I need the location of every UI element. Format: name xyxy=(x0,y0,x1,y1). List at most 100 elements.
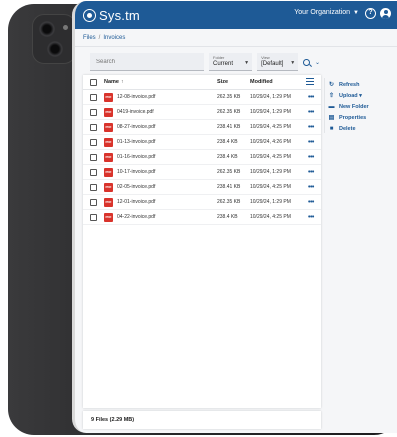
file-name-cell[interactable]: PDF 04-22-invoice.pdf xyxy=(104,212,217,222)
row-checkbox[interactable] xyxy=(90,123,97,131)
file-name: 02-05-invoice.pdf xyxy=(117,184,156,190)
file-name-cell[interactable]: PDF 01-16-invoice.pdf xyxy=(104,152,217,162)
table-row[interactable]: PDF 12-08-invoice.pdf 262.35 KB 10/29/24, 1… xyxy=(83,90,321,105)
row-checkbox[interactable] xyxy=(90,183,97,191)
more-actions-icon[interactable]: ••• xyxy=(308,124,320,131)
file-name-cell[interactable]: PDF 02-05-invoice.pdf xyxy=(104,182,217,192)
column-size-header[interactable]: Size xyxy=(217,79,250,85)
file-modified: 10/29/24, 1:29 PM xyxy=(250,109,291,115)
more-actions-icon[interactable]: ••• xyxy=(308,184,320,191)
more-actions-icon[interactable]: ••• xyxy=(308,199,320,206)
table-row[interactable]: PDF 10-17-invoice.pdf 262.35 KB 10/29/24, 1… xyxy=(83,165,321,180)
row-checkbox[interactable] xyxy=(90,108,97,116)
row-checkbox[interactable] xyxy=(90,213,97,221)
row-checkbox[interactable] xyxy=(90,153,97,161)
action-label: Delete xyxy=(339,125,356,132)
file-modified: 10/29/24, 4:25 PM xyxy=(250,184,291,190)
search-icon[interactable] xyxy=(303,58,310,66)
table-row[interactable]: PDF 02-05-invoice.pdf 238.41 KB 10/29/24, 4… xyxy=(83,180,321,195)
flash-icon xyxy=(63,25,68,30)
more-actions-icon[interactable]: ••• xyxy=(308,214,320,221)
file-name-cell[interactable]: PDF 0419-invoice.pdf xyxy=(104,107,217,117)
camera-lens-icon xyxy=(47,41,63,57)
action-properties[interactable]: ▤ Properties xyxy=(328,112,397,123)
file-list-panel: Name ↑ Size Modified PDF 12-08-invoice.pdf… xyxy=(83,75,321,408)
action-upload[interactable]: ⇧ Upload ▾ xyxy=(328,90,397,101)
help-icon[interactable]: ? xyxy=(365,8,376,19)
sort-ascending-icon: ↑ xyxy=(120,79,124,85)
column-name-label: Name xyxy=(104,79,119,85)
file-name-cell[interactable]: PDF 12-01-invoice.pdf xyxy=(104,197,217,207)
file-size: 262.35 KB xyxy=(217,109,241,115)
file-size: 238.4 KB xyxy=(217,214,238,220)
table-row[interactable]: PDF 04-22-invoice.pdf 238.4 KB 10/29/24, 4:… xyxy=(83,210,321,225)
caret-down-icon: ▼ xyxy=(290,60,296,66)
view-select-value: [Default] xyxy=(261,61,284,67)
file-size: 262.35 KB xyxy=(217,94,241,100)
organization-label: Your Organization xyxy=(294,9,351,16)
file-name-cell[interactable]: PDF 10-17-invoice.pdf xyxy=(104,167,217,177)
view-select[interactable]: View [Default] ▼ xyxy=(257,53,299,71)
organization-selector[interactable]: Your Organization ▼ xyxy=(294,9,359,16)
more-actions-icon[interactable]: ••• xyxy=(308,169,320,176)
folder-select[interactable]: Folder Current ▼ xyxy=(209,53,253,71)
folder-select-label: Folder xyxy=(213,55,225,60)
pdf-file-icon: PDF xyxy=(104,197,113,207)
account-icon[interactable] xyxy=(380,8,391,19)
column-modified-header[interactable]: Modified xyxy=(250,79,308,85)
column-name-header[interactable]: Name ↑ xyxy=(104,79,217,85)
row-checkbox[interactable] xyxy=(90,138,97,146)
chevron-down-icon[interactable]: ⌄ xyxy=(315,59,320,66)
file-modified: 10/29/24, 4:25 PM xyxy=(250,124,291,130)
breadcrumb-divider xyxy=(75,46,397,47)
app-title: Sys.tm xyxy=(99,7,140,23)
search-input[interactable] xyxy=(90,53,205,71)
camera-module xyxy=(32,14,76,64)
select-all-checkbox[interactable] xyxy=(90,78,97,86)
pdf-file-icon: PDF xyxy=(104,182,113,192)
row-checkbox[interactable] xyxy=(90,93,97,101)
action-refresh[interactable]: ↻ Refresh xyxy=(328,79,397,90)
table-row[interactable]: PDF 01-16-invoice.pdf 238.4 KB 10/29/24, 4:… xyxy=(83,150,321,165)
table-row[interactable]: PDF 01-13-invoice.pdf 238.4 KB 10/29/24, 4:… xyxy=(83,135,321,150)
table-body: PDF 12-08-invoice.pdf 262.35 KB 10/29/24, 1… xyxy=(83,90,321,225)
breadcrumb-invoices[interactable]: Invoices xyxy=(103,35,125,41)
file-summary: 9 Files (2.29 MB) xyxy=(83,411,321,429)
breadcrumb-files[interactable]: Files xyxy=(83,35,96,41)
properties-icon: ▤ xyxy=(328,115,335,121)
action-delete[interactable]: ■ Delete xyxy=(328,123,397,134)
table-row[interactable]: PDF 12-01-invoice.pdf 262.35 KB 10/29/24, 1… xyxy=(83,195,321,210)
file-name-cell[interactable]: PDF 12-08-invoice.pdf xyxy=(104,92,217,102)
file-name: 12-01-invoice.pdf xyxy=(117,199,156,205)
file-name: 01-16-invoice.pdf xyxy=(117,154,156,160)
file-name: 01-13-invoice.pdf xyxy=(117,139,156,145)
logo-icon xyxy=(83,8,96,22)
action-new-folder[interactable]: ▬ New Folder xyxy=(328,101,397,112)
file-modified: 10/29/24, 1:29 PM xyxy=(250,199,291,205)
more-actions-icon[interactable]: ••• xyxy=(308,154,320,161)
more-actions-icon[interactable]: ••• xyxy=(308,94,320,101)
table-row[interactable]: PDF 0419-invoice.pdf 262.35 KB 10/29/24, 1:… xyxy=(83,105,321,120)
table-header: Name ↑ Size Modified xyxy=(83,75,321,90)
file-modified: 10/29/24, 4:26 PM xyxy=(250,139,291,145)
table-row[interactable]: PDF 08-27-invoice.pdf 238.41 KB 10/29/24, 4… xyxy=(83,120,321,135)
file-modified: 10/29/24, 1:29 PM xyxy=(250,169,291,175)
refresh-icon: ↻ xyxy=(328,82,335,88)
pdf-file-icon: PDF xyxy=(104,122,113,132)
file-size: 238.41 KB xyxy=(217,124,241,130)
file-name: 04-22-invoice.pdf xyxy=(117,214,156,220)
pdf-file-icon: PDF xyxy=(104,212,113,222)
pdf-file-icon: PDF xyxy=(104,152,113,162)
pdf-file-icon: PDF xyxy=(104,92,113,102)
file-size: 262.35 KB xyxy=(217,169,241,175)
more-actions-icon[interactable]: ••• xyxy=(308,109,320,116)
column-menu-icon[interactable] xyxy=(306,78,314,86)
more-actions-icon[interactable]: ••• xyxy=(308,139,320,146)
action-label: Properties xyxy=(339,114,367,121)
pdf-file-icon: PDF xyxy=(104,107,113,117)
row-checkbox[interactable] xyxy=(90,198,97,206)
file-name-cell[interactable]: PDF 08-27-invoice.pdf xyxy=(104,122,217,132)
folder-select-value: Current xyxy=(213,61,234,67)
row-checkbox[interactable] xyxy=(90,168,97,176)
file-name-cell[interactable]: PDF 01-13-invoice.pdf xyxy=(104,137,217,147)
